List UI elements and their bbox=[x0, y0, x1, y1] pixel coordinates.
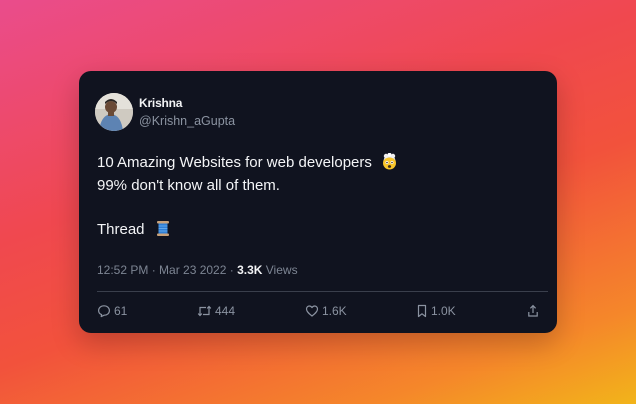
retweet-button[interactable]: 444 bbox=[197, 304, 235, 318]
tweet-text-line-3-text: Thread bbox=[97, 221, 145, 238]
exploding-head-emoji-icon bbox=[381, 152, 398, 176]
tweet-timestamp[interactable]: 12:52 PM · Mar 23 2022 · bbox=[97, 263, 237, 277]
like-count: 1.6K bbox=[322, 304, 347, 318]
tweet-text-line-3: Thread bbox=[97, 220, 170, 243]
retweet-icon bbox=[197, 304, 215, 318]
share-button[interactable] bbox=[527, 304, 542, 318]
bookmark-count: 1.0K bbox=[431, 304, 456, 318]
bookmark-icon bbox=[416, 304, 431, 318]
tweet-text-line-2: 99% don't know all of them. bbox=[97, 177, 280, 194]
tweet-text-line-1: 10 Amazing Websites for web developers bbox=[97, 152, 398, 176]
views-count: 3.3K bbox=[237, 263, 263, 277]
reply-count: 61 bbox=[114, 304, 128, 318]
thread-spool-icon bbox=[156, 220, 170, 243]
bookmark-button[interactable]: 1.0K bbox=[416, 304, 456, 318]
author-handle[interactable]: @Krishn_aGupta bbox=[139, 114, 235, 128]
reply-icon bbox=[97, 304, 114, 318]
like-icon bbox=[305, 304, 322, 318]
avatar[interactable] bbox=[95, 93, 133, 131]
like-button[interactable]: 1.6K bbox=[305, 304, 347, 318]
author-name[interactable]: Krishna bbox=[139, 96, 182, 110]
views-label: Views bbox=[262, 263, 298, 277]
tweet-card: Krishna @Krishn_aGupta 10 Amazing Websit… bbox=[79, 71, 557, 333]
retweet-count: 444 bbox=[215, 304, 236, 318]
reply-button[interactable]: 61 bbox=[97, 304, 127, 318]
share-icon bbox=[527, 304, 542, 318]
tweet-text-line-1-text: 10 Amazing Websites for web developers bbox=[97, 154, 372, 171]
tweet-meta: 12:52 PM · Mar 23 2022 · 3.3K Views bbox=[97, 263, 298, 277]
divider bbox=[97, 291, 548, 292]
